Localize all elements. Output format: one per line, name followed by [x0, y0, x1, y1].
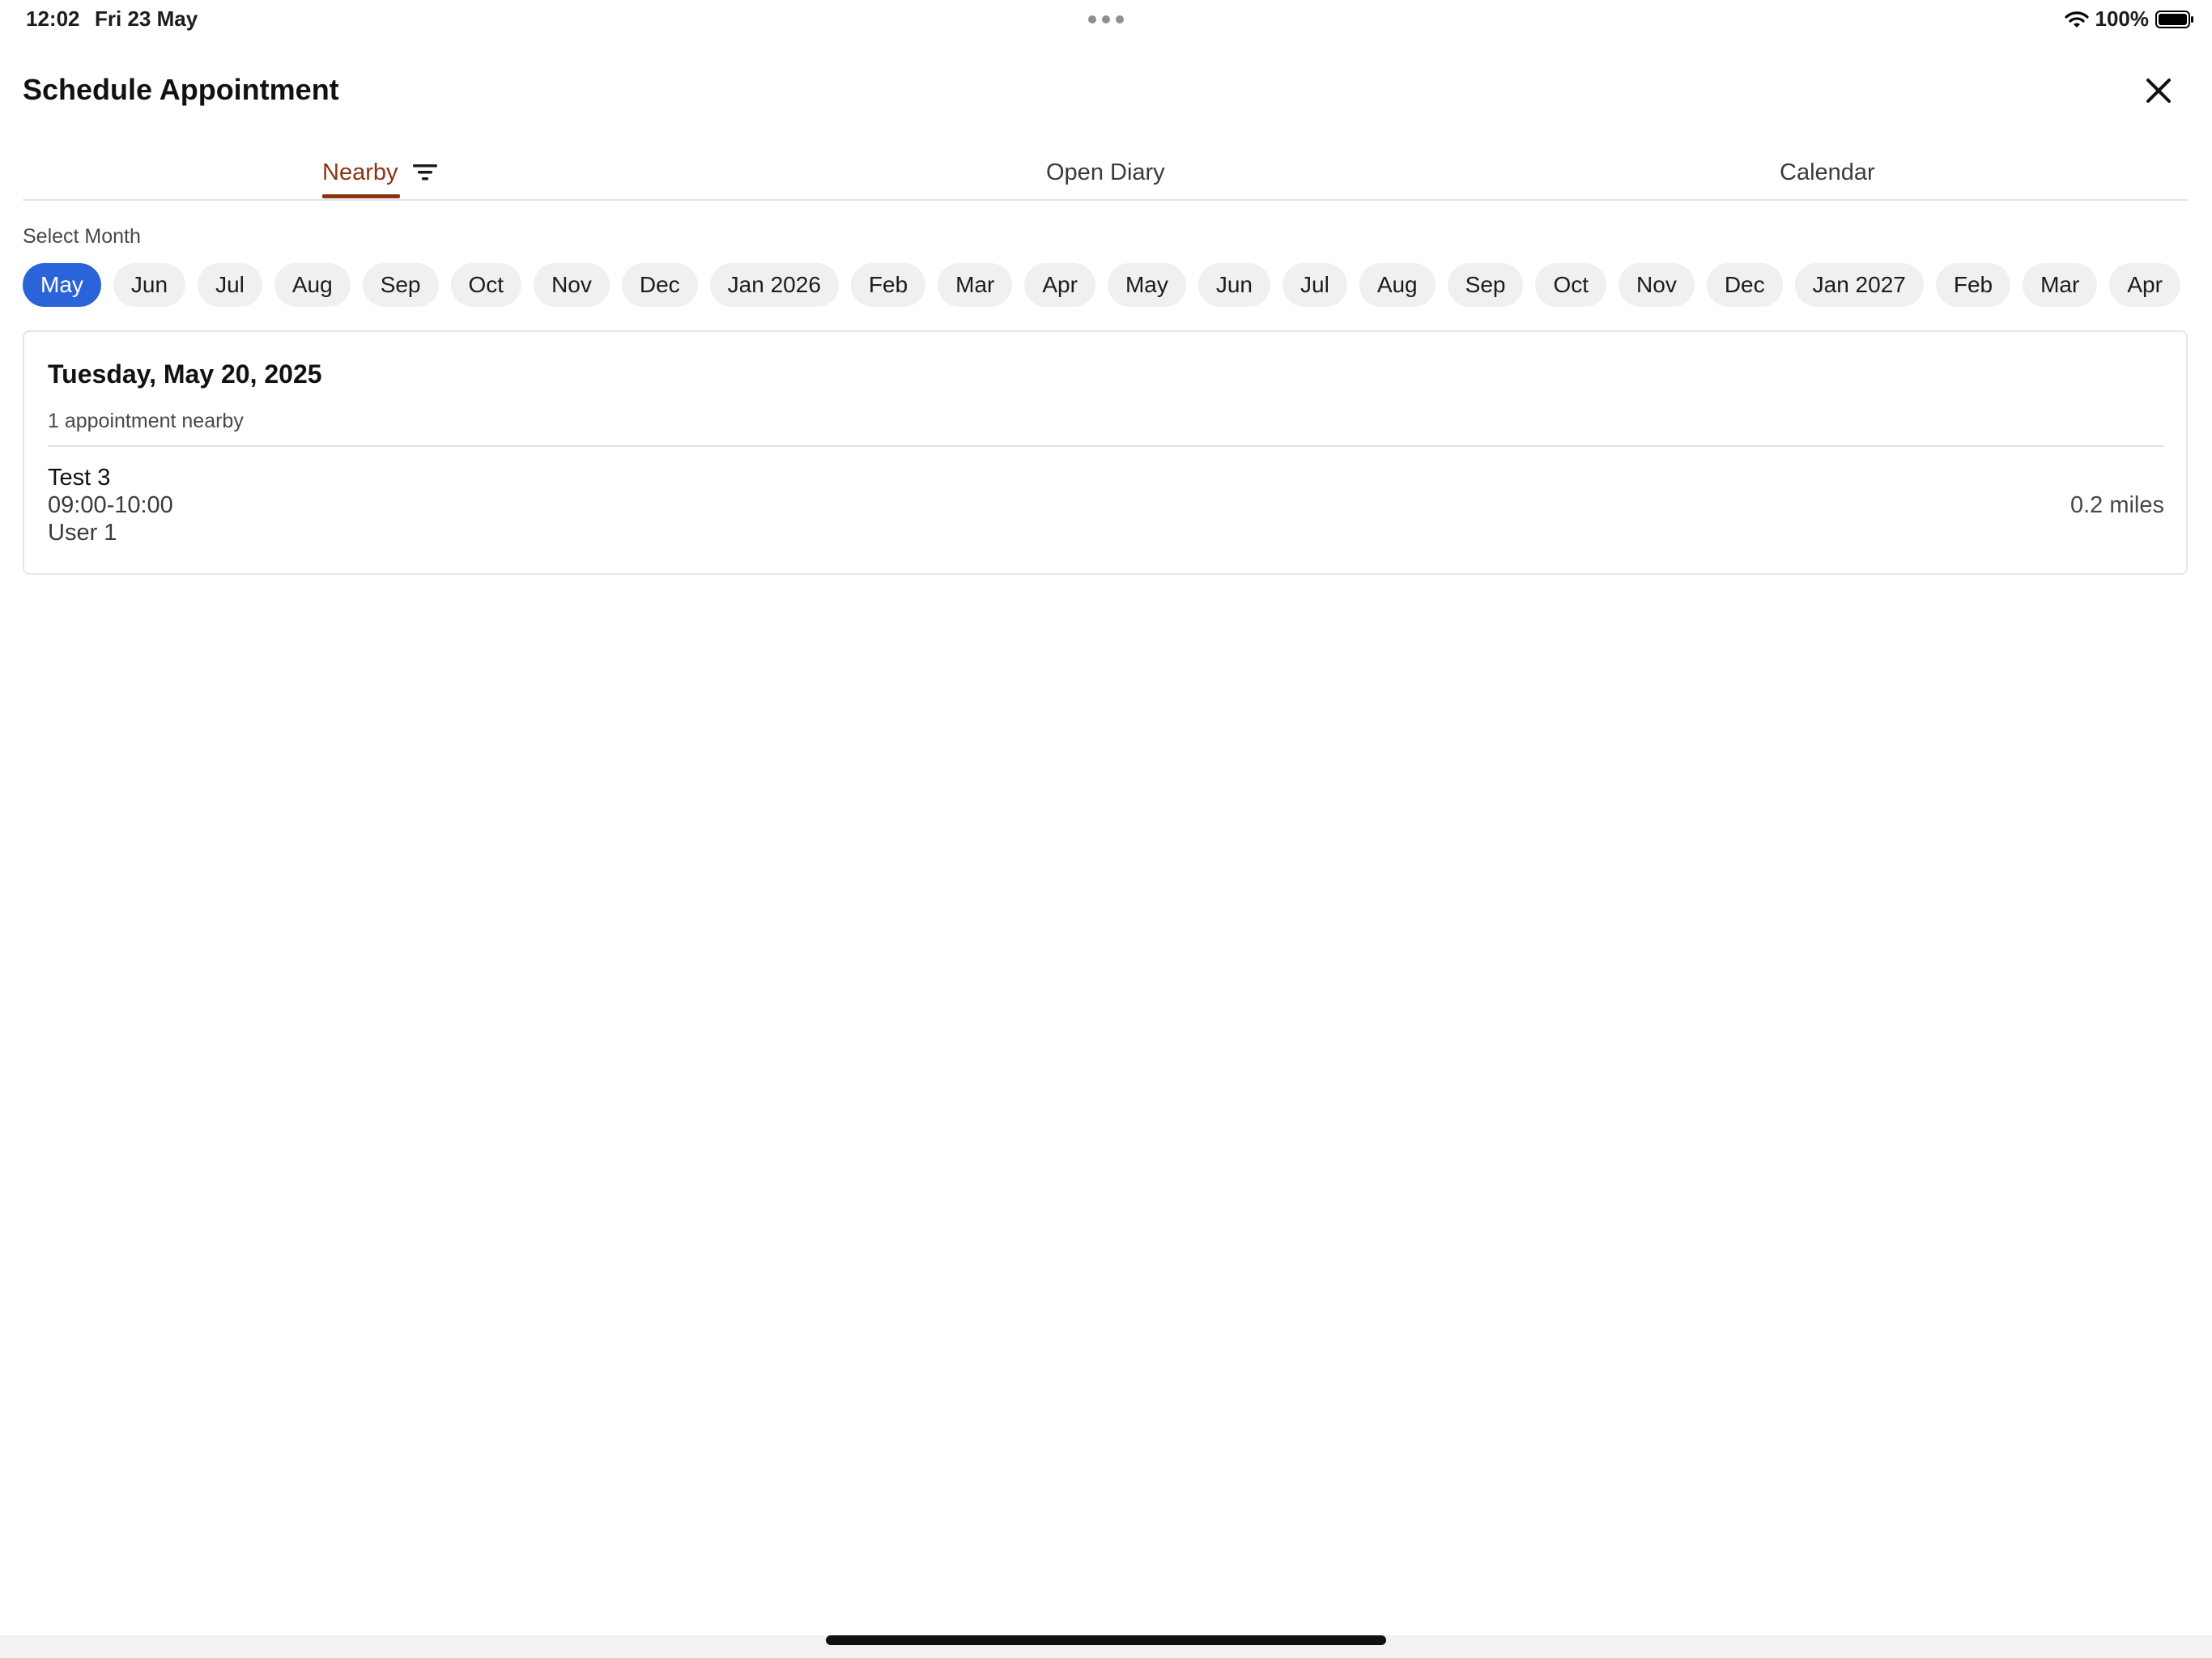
status-date: Fri 23 May: [95, 6, 198, 31]
multitasking-dots-icon[interactable]: [1088, 15, 1124, 23]
tab-bar: Nearby Open Diary Calendar: [23, 146, 2188, 201]
month-chip[interactable]: Oct: [1535, 263, 1607, 307]
appointment-count: 1 appointment nearby: [48, 410, 244, 432]
month-chip[interactable]: Apr: [1024, 263, 1095, 307]
tab-nearby-label: Nearby: [322, 159, 398, 185]
month-chip[interactable]: Oct: [450, 263, 522, 307]
month-chip[interactable]: Mar: [938, 263, 1013, 307]
wifi-icon: [2064, 11, 2089, 28]
appointment-user: User 1: [48, 520, 117, 546]
month-chip[interactable]: Feb: [1935, 263, 2011, 307]
month-chip[interactable]: Sep: [362, 263, 439, 307]
day-card: Tuesday, May 20, 2025 1 appointment near…: [23, 330, 2188, 575]
card-date-heading: Tuesday, May 20, 2025: [48, 359, 322, 389]
select-month-label: Select Month: [23, 225, 141, 248]
tab-open-diary-label: Open Diary: [1046, 159, 1165, 185]
tab-nearby[interactable]: Nearby: [322, 146, 437, 199]
month-chip[interactable]: Nov: [534, 263, 610, 307]
active-tab-indicator: [322, 194, 400, 198]
filter-icon[interactable]: [412, 164, 437, 181]
month-chip[interactable]: Aug: [1359, 263, 1436, 307]
appointment-title: Test 3: [48, 465, 111, 491]
month-chip[interactable]: Jan 2026: [709, 263, 839, 307]
month-chip[interactable]: Dec: [1706, 263, 1783, 307]
divider: [48, 445, 2164, 447]
month-chip[interactable]: Aug: [274, 263, 351, 307]
month-chip[interactable]: Mar: [2023, 263, 2098, 307]
month-chip[interactable]: Nov: [1619, 263, 1695, 307]
page-title: Schedule Appointment: [23, 73, 339, 106]
appointment-item[interactable]: Test 3 09:00-10:00 User 1 0.2 miles: [48, 458, 2164, 547]
month-chip[interactable]: May: [1107, 263, 1186, 307]
battery-percentage: 100%: [2095, 6, 2150, 31]
battery-icon: [2155, 10, 2194, 29]
home-indicator[interactable]: [826, 1635, 1386, 1645]
status-bar: 12:02 Fri 23 May 100%: [0, 0, 2212, 39]
appointment-distance: 0.2 miles: [2069, 492, 2164, 518]
month-chip[interactable]: Dec: [621, 263, 698, 307]
tab-calendar[interactable]: Calendar: [1780, 146, 1875, 199]
status-time: 12:02: [26, 6, 80, 31]
tab-open-diary[interactable]: Open Diary: [1046, 146, 1165, 199]
month-chip[interactable]: Apr: [2109, 263, 2180, 307]
month-chip[interactable]: Jul: [198, 263, 262, 307]
month-chip-list[interactable]: May Jun Jul Aug Sep Oct Nov Dec Jan 2026 Feb Mar Ap…: [23, 263, 2188, 307]
appointment-time: 09:00-10:00: [48, 492, 173, 518]
month-chip[interactable]: Sep: [1447, 263, 1524, 307]
month-chip[interactable]: Jun: [113, 263, 186, 307]
month-chip[interactable]: May: [23, 263, 101, 307]
month-chip[interactable]: Feb: [850, 263, 926, 307]
close-icon: [2145, 77, 2172, 108]
month-chip[interactable]: Jun: [1197, 263, 1271, 307]
status-indicators: 100%: [2064, 6, 2195, 32]
close-button[interactable]: [2138, 71, 2180, 113]
tab-calendar-label: Calendar: [1780, 159, 1875, 185]
month-chip[interactable]: Jul: [1283, 263, 1347, 307]
month-chip[interactable]: Jan 2027: [1794, 263, 1924, 307]
